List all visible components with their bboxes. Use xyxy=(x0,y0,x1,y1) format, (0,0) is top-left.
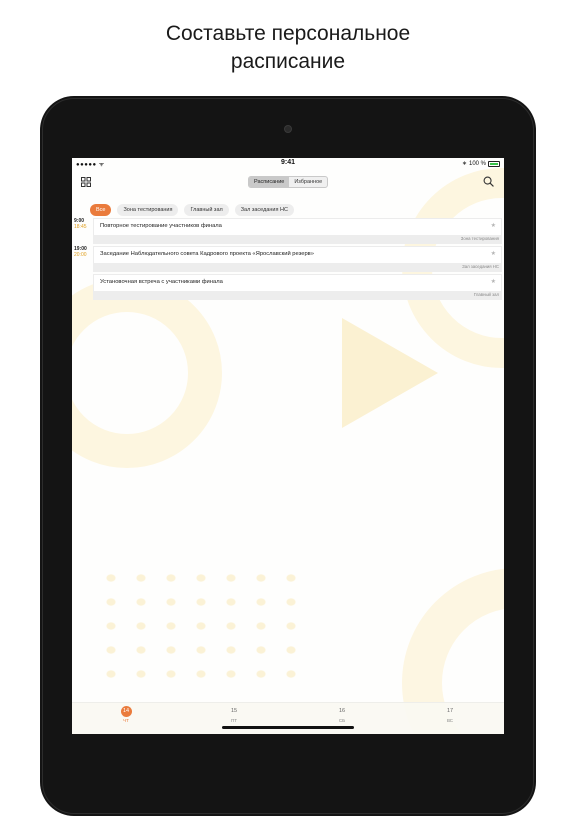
event-title: Повторное тестирование участников финала xyxy=(100,223,222,229)
day-tab[interactable]: 17 ВС xyxy=(438,706,462,723)
day-tab[interactable]: 15 ПТ xyxy=(222,706,246,723)
event-place: Зона тестирования xyxy=(460,236,499,241)
event-place: Главный зал xyxy=(473,292,499,297)
promo-headline: Составьте персональное расписание xyxy=(0,20,576,76)
app-screen: ●●●●● ᯤ 9:41 ∗ 100 % Расписание Избранно… xyxy=(72,158,504,734)
star-icon[interactable]: ★ xyxy=(491,250,496,257)
event-footer: Зал заседания НС xyxy=(93,263,502,272)
decor-triangle xyxy=(342,318,438,428)
event-footer: Зона тестирования xyxy=(93,235,502,244)
day-tab[interactable]: 14 ЧТ xyxy=(114,706,138,723)
event-title: Заседание Наблюдательного совета Кадрово… xyxy=(100,251,314,257)
status-right: ∗ 100 % xyxy=(462,160,500,167)
event-time: 9:00 18:45 xyxy=(74,218,92,230)
status-bar: ●●●●● ᯤ 9:41 ∗ 100 % xyxy=(72,158,504,170)
event-end: 20:00 xyxy=(74,252,87,258)
event-time: 19:00 20:00 xyxy=(74,246,92,258)
day-weekday: ВС xyxy=(446,718,454,723)
battery-percent: 100 % xyxy=(468,160,486,167)
filter-testing-zone[interactable]: Зона тестирования xyxy=(117,204,179,216)
day-weekday: СБ xyxy=(338,718,346,723)
bluetooth-icon: ∗ xyxy=(461,161,467,167)
star-icon[interactable]: ★ xyxy=(491,222,496,229)
decor-dots xyxy=(96,566,296,686)
segment-favorites[interactable]: Избранное xyxy=(289,177,327,187)
event-title: Установочная встреча с участниками финал… xyxy=(100,279,223,285)
day-number: 17 xyxy=(446,708,454,714)
event-card[interactable]: Заседание Наблюдательного совета Кадрово… xyxy=(93,246,502,263)
event-end: 18:45 xyxy=(74,224,87,230)
filter-council-hall[interactable]: Зал заседания НС xyxy=(234,204,294,216)
camera-icon xyxy=(284,125,292,133)
day-number: 14 xyxy=(120,706,132,717)
grid-icon[interactable] xyxy=(81,177,91,187)
event-item[interactable]: 9:00 18:45 Повторное тестирование участн… xyxy=(72,218,504,246)
search-icon[interactable] xyxy=(483,176,494,187)
filter-all[interactable]: Все xyxy=(90,204,112,216)
filter-main-hall[interactable]: Главный зал xyxy=(184,204,229,216)
event-place: Зал заседания НС xyxy=(462,264,499,269)
filter-chips: Все Зона тестирования Главный зал Зал за… xyxy=(90,204,294,216)
segment-schedule[interactable]: Расписание xyxy=(249,177,290,187)
status-time: 9:41 xyxy=(280,159,295,166)
event-card[interactable]: Установочная встреча с участниками финал… xyxy=(93,274,502,291)
day-tab-bar: 14 ЧТ 15 ПТ 16 СБ 17 ВС xyxy=(72,702,504,734)
event-item[interactable]: 19:00 20:00 Заседание Наблюдательного со… xyxy=(72,246,504,274)
headline-line-2: расписание xyxy=(230,50,346,73)
star-icon[interactable]: ★ xyxy=(491,278,496,285)
day-weekday: ПТ xyxy=(231,718,237,723)
day-number: 16 xyxy=(338,708,346,714)
battery-icon xyxy=(488,160,500,167)
event-card[interactable]: Повторное тестирование участников финала… xyxy=(93,218,502,235)
day-weekday: ЧТ xyxy=(123,718,129,723)
schedule-segmented-control: Расписание Избранное xyxy=(248,176,329,188)
day-tab[interactable]: 16 СБ xyxy=(330,706,354,723)
decor-ring xyxy=(72,278,222,468)
event-item[interactable]: Установочная встреча с участниками финал… xyxy=(72,274,504,302)
event-footer: Главный зал xyxy=(93,291,502,300)
day-number: 15 xyxy=(230,708,238,714)
home-indicator[interactable] xyxy=(222,726,354,729)
nav-bar: Расписание Избранное xyxy=(72,172,504,196)
ipad-frame: ●●●●● ᯤ 9:41 ∗ 100 % Расписание Избранно… xyxy=(40,96,536,816)
headline-line-1: Составьте персональное xyxy=(165,22,411,45)
